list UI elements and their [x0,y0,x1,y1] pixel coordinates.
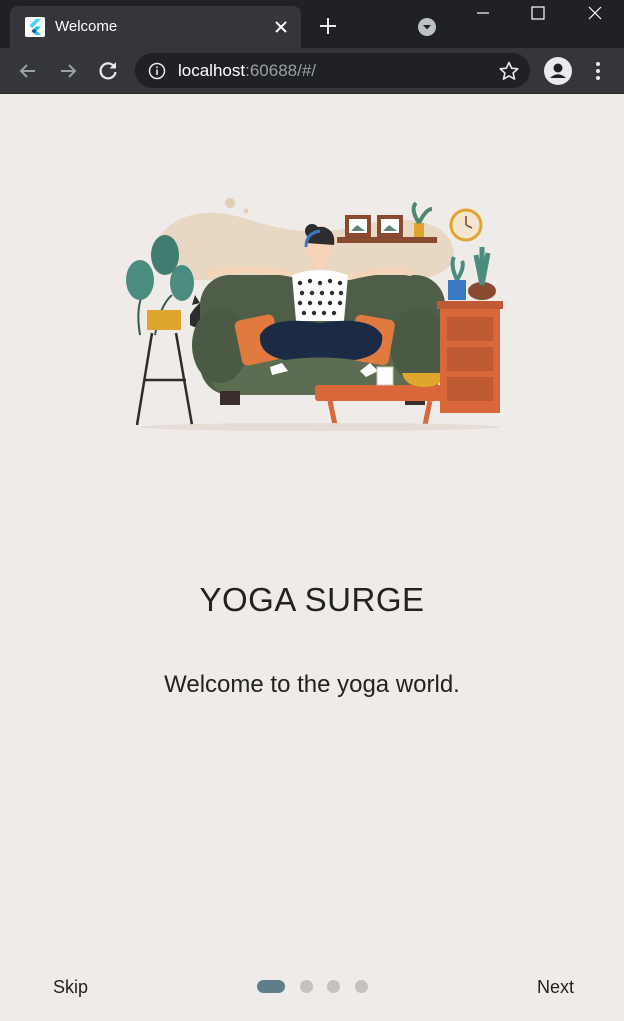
address-bar[interactable]: localhost:60688/#/ [135,53,530,88]
page-dot[interactable] [355,980,368,993]
onboarding-subtitle: Welcome to the yoga world. [164,671,460,698]
tab-title: Welcome [55,18,118,35]
new-tab-icon[interactable] [317,15,339,37]
browser-tab[interactable]: Welcome [10,6,301,48]
close-tab-icon[interactable] [271,17,291,37]
page-dot[interactable] [300,980,313,993]
page-indicator [257,980,377,993]
skip-button[interactable]: Skip [53,977,88,998]
site-info-icon[interactable] [148,62,166,80]
back-arrow-icon[interactable] [16,59,40,83]
forward-arrow-icon[interactable] [56,59,80,83]
onboarding-page: YOGA SURGE Welcome to the yoga world. Sk… [0,95,624,1021]
maximize-icon[interactable] [529,4,547,22]
browser-titlebar: Welcome [0,0,624,48]
flutter-logo-icon [25,17,45,37]
browser-menu-icon[interactable] [586,59,610,83]
reload-icon[interactable] [96,59,120,83]
browser-toolbar: localhost:60688/#/ [0,48,624,94]
address-url: localhost:60688/#/ [178,61,317,80]
onboarding-title: YOGA SURGE [199,581,425,618]
minimize-icon[interactable] [473,5,493,21]
yoga-woman-on-couch-illustration [126,198,503,431]
window-close-icon[interactable] [586,4,604,22]
page-dot-active[interactable] [257,980,285,993]
next-button[interactable]: Next [537,977,574,998]
bookmark-star-icon[interactable] [498,60,520,82]
profile-avatar-icon[interactable] [544,57,572,85]
tab-search-icon[interactable] [417,17,437,37]
page-dot[interactable] [327,980,340,993]
